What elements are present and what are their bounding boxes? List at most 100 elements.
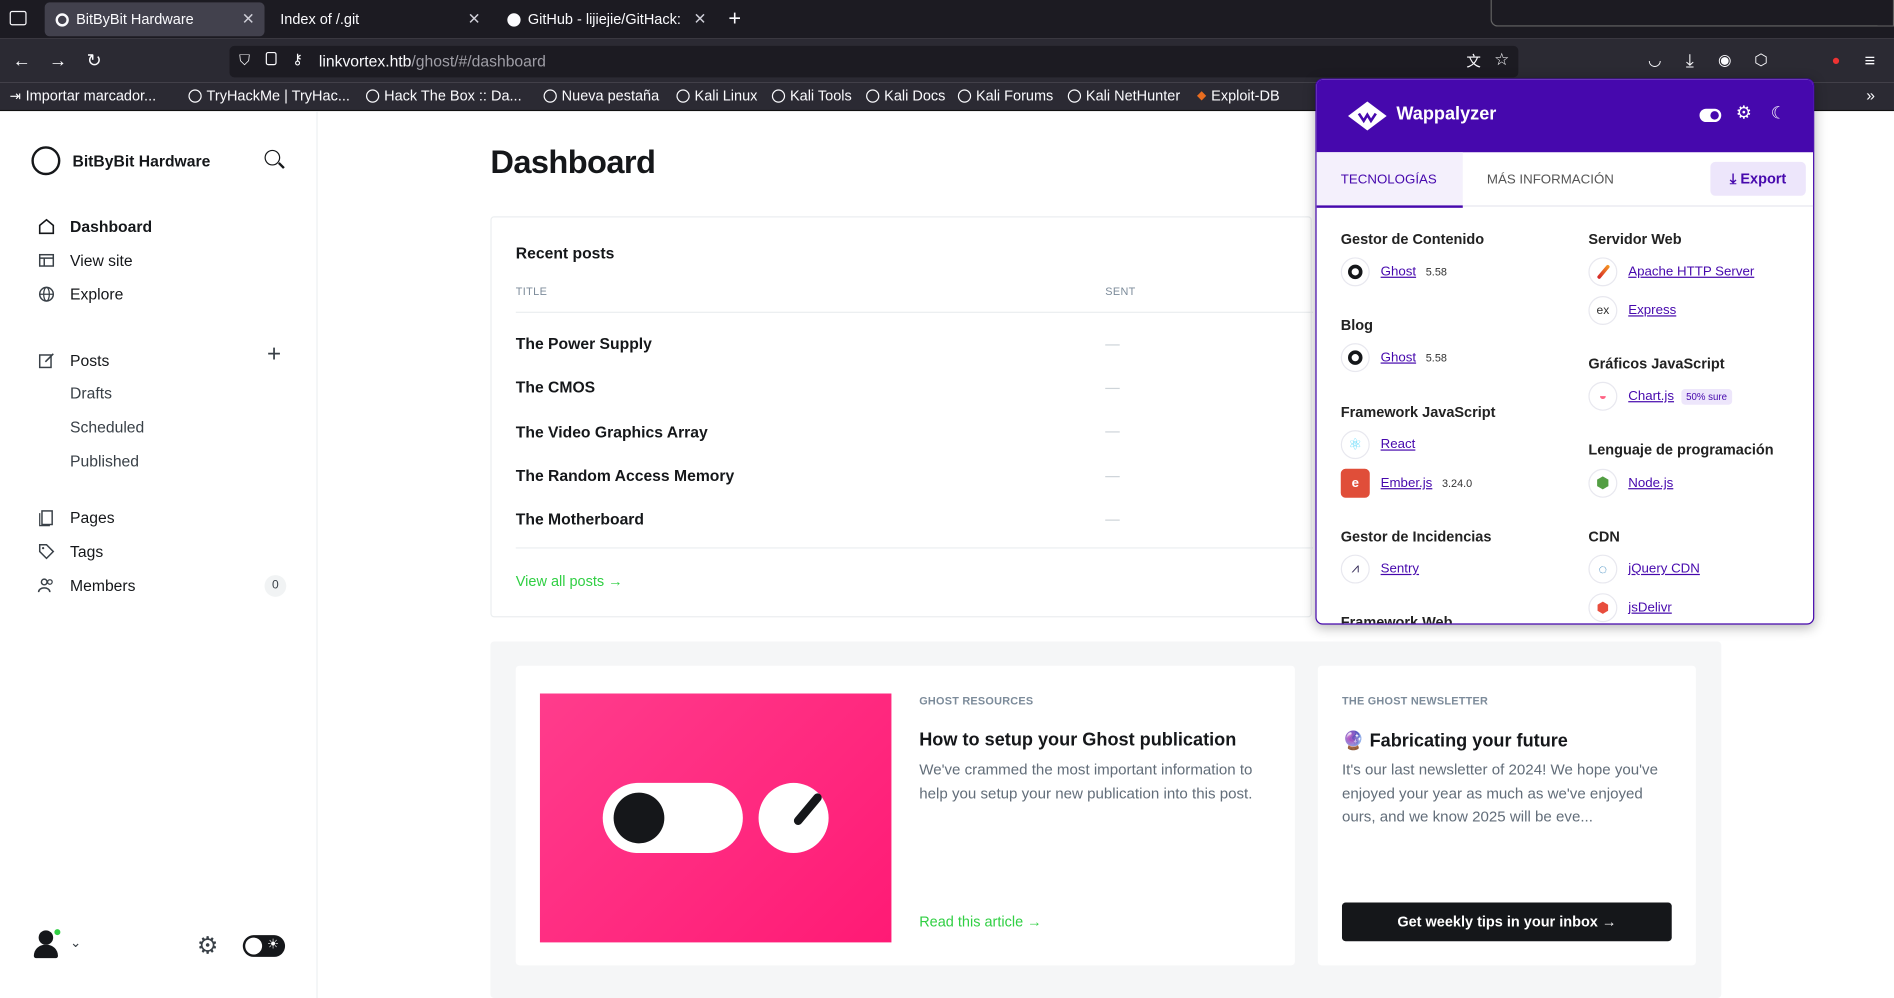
newsletter-title[interactable]: 🔮 Fabricating your future — [1342, 730, 1568, 752]
sent-dash — [1105, 344, 1120, 346]
tab-tecnologias[interactable]: TECNOLOGÍAS — [1316, 152, 1463, 208]
download-icon: ⤓ — [1729, 169, 1737, 187]
key-icon[interactable]: ⚷ — [292, 51, 303, 68]
lock-insecure-icon[interactable] — [265, 51, 277, 66]
bookmark-kali-docs[interactable]: Kali Docs — [866, 87, 945, 104]
github-favicon-icon — [506, 12, 521, 26]
wappalyzer-settings-icon[interactable]: ⚙ — [1736, 101, 1752, 124]
chevron-down-icon[interactable]: ⌄ — [70, 935, 81, 950]
nav-drafts[interactable]: Drafts — [70, 384, 112, 402]
close-tab-icon[interactable]: ✕ — [693, 10, 706, 29]
nav-dashboard[interactable]: Dashboard — [36, 215, 152, 237]
bookmark-kali-nethunter[interactable]: Kali NetHunter — [1067, 87, 1180, 104]
bookmark-kali-linux[interactable]: Kali Linux — [676, 87, 757, 104]
tech-item[interactable]: Ghost 5.58 — [1340, 343, 1447, 373]
ghost-sidebar: BitByBit Hardware Dashboard View site Ex… — [0, 111, 318, 998]
menu-icon[interactable]: ≡ — [1858, 48, 1882, 72]
bookmark-kali-tools[interactable]: Kali Tools — [771, 87, 852, 104]
nav-tags[interactable]: Tags — [36, 540, 103, 562]
bookmark-hackthebox[interactable]: Hack The Box :: Da... — [365, 87, 522, 104]
tech-item[interactable]: ⬢ jsDelivr — [1588, 593, 1672, 623]
category-label: Framework Web — [1340, 613, 1453, 625]
ghost-logo-icon — [1340, 343, 1370, 373]
resource-card[interactable]: GHOST RESOURCES How to setup your Ghost … — [515, 665, 1295, 966]
nav-view-site[interactable]: View site — [36, 249, 133, 271]
user-avatar[interactable] — [33, 927, 62, 959]
post-row-title[interactable]: The Video Graphics Array — [516, 423, 708, 441]
account-icon[interactable]: ◉ — [1713, 48, 1737, 72]
shield-icon[interactable]: ⛉ — [239, 52, 250, 70]
resource-title[interactable]: How to setup your Ghost publication — [919, 730, 1236, 751]
nav-explore[interactable]: Explore — [36, 283, 123, 305]
site-logo-icon[interactable] — [31, 146, 61, 176]
tech-item[interactable]: Ghost 5.58 — [1340, 257, 1447, 287]
translate-icon[interactable]: 文 — [1466, 51, 1481, 72]
add-post-icon[interactable]: + — [267, 341, 281, 369]
tech-item[interactable]: ⚛ React — [1340, 430, 1415, 460]
nav-posts[interactable]: Posts — [36, 349, 109, 371]
wappalyzer-theme-icon[interactable]: ☾ — [1771, 103, 1786, 124]
settings-gear-icon[interactable]: ⚙ — [197, 930, 219, 960]
pocket-icon[interactable]: ◡ — [1643, 48, 1667, 72]
apache-logo-icon — [1588, 257, 1618, 287]
tab-bitbybit[interactable]: BitByBit Hardware ✕ — [44, 2, 265, 37]
members-icon — [36, 575, 55, 594]
post-row-title[interactable]: The CMOS — [516, 378, 595, 396]
bookmark-exploit-db[interactable]: ◆ Exploit-DB — [1197, 87, 1280, 104]
bookmark-tryhackme[interactable]: TryHackMe | TryHac... — [188, 87, 350, 104]
tab-git-index[interactable]: Index of /.git ✕ — [271, 2, 491, 36]
post-row-title[interactable]: The Motherboard — [516, 510, 644, 528]
bookmark-import[interactable]: ⇥ Importar marcador... — [10, 87, 156, 104]
bookmarks-overflow-icon[interactable]: » — [1866, 86, 1875, 104]
tech-item[interactable]: ⩘ Sentry — [1340, 554, 1419, 584]
nav-scheduled[interactable]: Scheduled — [70, 418, 144, 436]
page-title: Dashboard — [490, 143, 656, 181]
back-icon[interactable]: ← — [10, 48, 34, 72]
tab-github[interactable]: GitHub - lijiejie/GitHack: ✕ — [496, 2, 716, 36]
window-overlay — [1490, 0, 1894, 27]
nav-members[interactable]: Members — [36, 574, 136, 596]
tag-icon — [36, 541, 55, 560]
chartjs-logo-icon: ◒ — [1588, 381, 1618, 411]
tab-mas-informacion[interactable]: MÁS INFORMACIÓN — [1487, 173, 1614, 187]
tech-item[interactable]: ◌ jQuery CDN — [1588, 554, 1700, 584]
nav-published[interactable]: Published — [70, 452, 139, 470]
search-icon[interactable] — [264, 149, 285, 169]
tech-item[interactable]: ex Express — [1588, 296, 1676, 326]
subscribe-button[interactable]: Get weekly tips in your inbox → — [1341, 902, 1672, 942]
read-article-link[interactable]: Read this article → — [919, 913, 1041, 930]
forward-icon[interactable]: → — [46, 48, 70, 72]
addon-icon[interactable]: ● — [1824, 48, 1848, 72]
close-tab-icon[interactable]: ✕ — [242, 10, 255, 29]
post-row-title[interactable]: The Random Access Memory — [516, 466, 734, 484]
page-icon — [36, 507, 55, 526]
tech-item[interactable]: ⬢ Node.js — [1588, 468, 1673, 498]
nav-pages[interactable]: Pages — [36, 506, 115, 528]
downloads-icon[interactable]: ⤓ — [1678, 48, 1702, 72]
bookmark-star-icon[interactable]: ☆ — [1494, 50, 1509, 71]
ember-logo-icon: e — [1340, 468, 1370, 498]
site-name[interactable]: BitByBit Hardware — [72, 152, 210, 170]
view-all-posts-link[interactable]: View all posts → — [516, 573, 623, 590]
export-button[interactable]: ⤓ Export — [1710, 161, 1806, 196]
url-text[interactable]: linkvortex.htb/ghost/#/dashboard — [319, 52, 546, 70]
new-tab-icon[interactable]: + — [728, 6, 741, 31]
tab-overview-icon[interactable] — [9, 10, 27, 26]
dark-mode-toggle[interactable]: ☀ — [242, 935, 286, 957]
bookmark-new-tab[interactable]: Nueva pestaña — [543, 87, 659, 104]
url-bar[interactable]: ⛉ ⚷ linkvortex.htb/ghost/#/dashboard 文 ☆ — [229, 45, 1519, 78]
resource-illustration — [539, 693, 892, 943]
tech-item[interactable]: Apache HTTP Server — [1588, 257, 1754, 287]
post-row-title[interactable]: The Power Supply — [516, 335, 652, 353]
tech-item[interactable]: e Ember.js 3.24.0 — [1340, 468, 1472, 498]
bookmark-kali-forums[interactable]: Kali Forums — [957, 87, 1053, 104]
globe-icon — [188, 88, 202, 103]
reload-icon[interactable]: ↻ — [82, 48, 106, 72]
tech-item[interactable]: ◒ Chart.js 50% sure — [1588, 381, 1732, 411]
category-label: Lenguaje de programación — [1588, 440, 1774, 458]
category-label: CDN — [1588, 527, 1620, 545]
url-path: /ghost/#/dashboard — [411, 51, 546, 71]
extensions-icon[interactable]: ⬡ — [1749, 48, 1773, 72]
wappalyzer-toggle[interactable] — [1699, 108, 1722, 123]
close-tab-icon[interactable]: ✕ — [468, 10, 481, 29]
